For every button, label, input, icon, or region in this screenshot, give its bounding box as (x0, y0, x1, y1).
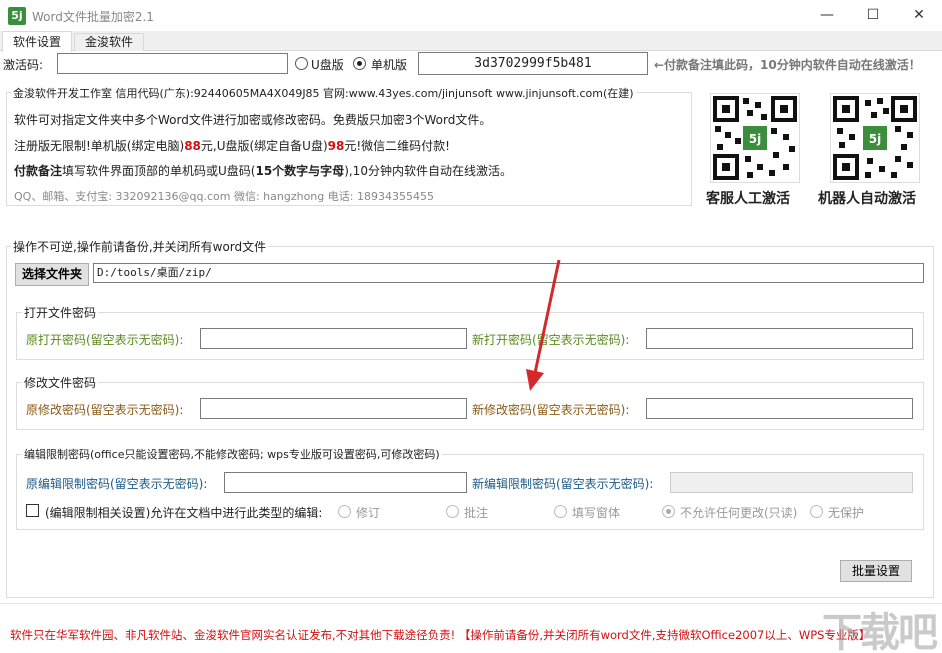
option-comments-radio[interactable] (446, 505, 459, 518)
usb-version-label: U盘版 (311, 56, 344, 73)
modify-old-password-input[interactable] (200, 398, 467, 419)
info-line-2-b: 元,U盘版(绑定自备U盘) (201, 139, 328, 153)
edit-old-password-label: 原编辑限制密码(留空表示无密码): (26, 475, 207, 492)
info-line-3-c: 15个数字与字母 (255, 164, 344, 178)
option-forms-label: 填写窗体 (572, 504, 620, 521)
machine-code-field[interactable]: 3d3702999f5b481 (418, 52, 648, 75)
info-line-2: 注册版无限制!单机版(绑定电脑)88元,U盘版(绑定自备U盘)98元!微信二维码… (14, 137, 450, 154)
open-old-password-label: 原打开密码(留空表示无密码): (26, 331, 183, 348)
option-readonly-label: 不允许任何更改(只读) (680, 504, 797, 521)
app-icon: 5j (8, 7, 26, 25)
qr-code-robot: 5j (830, 93, 920, 183)
qr-code-customer-service: 5j (710, 93, 800, 183)
info-line-3-b: 填写软件界面顶部的单机码或U盘码( (62, 164, 255, 178)
qr-customer-svg: 5j (711, 94, 799, 182)
activation-code-label: 激活码: (3, 56, 43, 73)
activation-code-input[interactable] (57, 53, 288, 74)
studio-info-header: 金浚软件开发工作室 信用代码(广东):92440605MA4X049J85 官网… (11, 85, 636, 101)
operations-group-title: 操作不可逆,操作前请备份,并关闭所有word文件 (11, 238, 268, 255)
batch-set-button[interactable]: 批量设置 (840, 560, 912, 582)
modify-new-password-input[interactable] (646, 398, 913, 419)
option-revisions-radio[interactable] (338, 505, 351, 518)
price-usb: 98 (328, 139, 345, 153)
modify-new-password-label: 新修改密码(留空表示无密码): (472, 401, 629, 418)
open-old-password-input[interactable] (200, 328, 467, 349)
tab-jinjun-software[interactable]: 金浚软件 (74, 33, 144, 51)
single-version-radio[interactable] (353, 57, 366, 70)
option-comments-label: 批注 (464, 504, 488, 521)
qr-robot-svg: 5j (831, 94, 919, 182)
modify-old-password-label: 原修改密码(留空表示无密码): (26, 401, 183, 418)
modify-password-group-title: 修改文件密码 (22, 374, 98, 391)
option-forms-radio[interactable] (554, 505, 567, 518)
price-single: 88 (184, 139, 201, 153)
select-folder-button[interactable]: 选择文件夹 (15, 263, 89, 286)
restrict-editing-label: (编辑限制相关设置)允许在文档中进行此类型的编辑: (45, 504, 322, 521)
info-line-3-d: ),10分钟内软件自动在线激活。 (344, 164, 512, 178)
tab-software-settings[interactable]: 软件设置 (2, 31, 72, 52)
svg-text:5j: 5j (749, 132, 761, 146)
window-title: Word文件批量加密2.1 (32, 8, 154, 25)
option-no-protection-label: 无保护 (828, 504, 864, 521)
info-line-2-c: 元!微信二维码付款! (344, 139, 450, 153)
edit-restriction-group-title: 编辑限制密码(office只能设置密码,不能修改密码; wps专业版可设置密码,… (22, 446, 442, 462)
open-new-password-input[interactable] (646, 328, 913, 349)
activation-hint: ←付款备注填此码，10分钟内软件自动在线激活！ (654, 56, 921, 73)
edit-new-password-label: 新编辑限制密码(留空表示无密码): (472, 475, 653, 492)
edit-new-password-input[interactable] (670, 472, 913, 493)
site-watermark: 下载吧 (822, 600, 936, 653)
single-version-label: 单机版 (371, 56, 407, 73)
minimize-button[interactable]: — (804, 0, 850, 31)
info-line-2-a: 注册版无限制!单机版(绑定电脑) (14, 139, 184, 153)
option-no-protection-radio[interactable] (810, 505, 823, 518)
close-button[interactable]: ✕ (896, 0, 942, 31)
info-line-1: 软件可对指定文件夹中多个Word文件进行加密或修改密码。免费版只加密3个Word… (14, 111, 491, 128)
qr-label-customer-service: 客服人工激活 (706, 188, 790, 208)
folder-path-input[interactable]: D:/tools/桌面/zip/ (93, 263, 924, 283)
usb-version-radio[interactable] (295, 57, 308, 70)
qr-label-robot: 机器人自动激活 (818, 188, 916, 208)
footer-notice: 软件只在华军软件园、非凡软件站、金浚软件官网实名认证发布,不对其他下载途径负责!… (10, 627, 870, 643)
payment-note-label: 付款备注 (14, 164, 62, 178)
svg-text:5j: 5j (869, 132, 881, 146)
option-readonly-radio[interactable] (662, 505, 675, 518)
option-revisions-label: 修订 (356, 504, 380, 521)
activation-code-value (58, 56, 62, 70)
info-line-3: 付款备注填写软件界面顶部的单机码或U盘码(15个数字与字母),10分钟内软件自动… (14, 162, 512, 179)
restrict-editing-checkbox[interactable] (26, 504, 39, 517)
edit-old-password-input[interactable] (224, 472, 467, 493)
maximize-button[interactable]: ☐ (850, 0, 896, 31)
contact-line: QQ、邮箱、支付宝: 332092136@qq.com 微信: hangzhon… (14, 188, 434, 204)
open-password-group-title: 打开文件密码 (22, 304, 98, 321)
annotation-arrow (520, 255, 570, 395)
